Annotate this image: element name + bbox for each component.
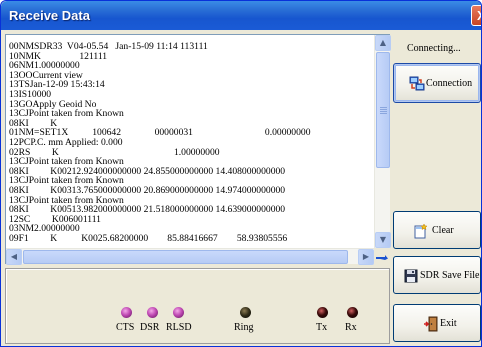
signal-indicators-panel: CTS DSR RLSD Ring Tx Rx <box>5 268 390 344</box>
horizontal-scroll-thumb[interactable] <box>23 250 348 264</box>
title-bar[interactable]: Receive Data X <box>1 1 481 30</box>
log-line: 13TSJan-12-09 15:43:14 <box>9 79 105 91</box>
rx-led-icon <box>347 307 358 318</box>
horizontal-scrollbar[interactable]: ◀ ▶ <box>6 248 374 265</box>
scroll-down-button[interactable]: ▼ <box>375 232 391 248</box>
sdr-save-file-button-label: SDR Save File <box>420 270 480 281</box>
receive-data-window: Receive Data X 00NMSDR33 V04-05.54 Jan-1… <box>0 0 482 347</box>
dsr-led-icon <box>147 307 158 318</box>
tx-label: Tx <box>316 322 328 333</box>
window-title: Receive Data <box>9 8 90 23</box>
dsr-label: DSR <box>140 322 160 333</box>
floppy-disk-icon <box>404 269 418 283</box>
ring-label: Ring <box>234 322 254 333</box>
connection-status: Connecting... <box>407 43 461 54</box>
tx-led-icon <box>317 307 328 318</box>
log-line: 09F1 K K0025.68200000 85.88416667 58.938… <box>9 232 288 244</box>
clear-document-icon <box>414 223 428 239</box>
scroll-corner <box>374 248 390 264</box>
exit-door-icon <box>424 316 438 332</box>
cts-label: CTS <box>116 322 135 333</box>
scroll-up-button[interactable]: ▲ <box>375 35 391 51</box>
received-data-textbox[interactable]: 00NMSDR33 V04-05.54 Jan-15-09 11:14 1131… <box>5 34 391 265</box>
log-line: 13CJPoint taken from Known <box>9 108 124 120</box>
vertical-scrollbar[interactable]: ▲ ▼ <box>374 35 391 248</box>
vertical-scroll-thumb[interactable] <box>376 52 390 168</box>
ring-led-icon <box>240 307 251 318</box>
connection-button[interactable]: Connection <box>393 63 481 103</box>
rlsd-led-icon <box>173 307 184 318</box>
exit-button[interactable]: Exit <box>393 304 481 342</box>
exit-button-label: Exit <box>440 318 457 329</box>
cts-led-icon <box>121 307 132 318</box>
clear-button-label: Clear <box>432 225 454 236</box>
right-control-panel: Connecting... Connection Clear SDR Save … <box>393 34 481 346</box>
rlsd-label: RLSD <box>166 322 192 333</box>
rx-label: Rx <box>345 322 357 333</box>
sdr-save-file-button[interactable]: SDR Save File <box>393 256 481 294</box>
connection-button-label: Connection <box>426 78 473 89</box>
corner-arrow-icon <box>376 255 388 260</box>
clear-button[interactable]: Clear <box>393 211 481 249</box>
connection-computer-icon <box>409 76 425 91</box>
scroll-right-button[interactable]: ▶ <box>358 249 374 265</box>
received-data-text[interactable]: 00NMSDR33 V04-05.54 Jan-15-09 11:14 1131… <box>6 35 374 248</box>
scroll-left-button[interactable]: ◀ <box>6 249 22 265</box>
close-button[interactable]: X <box>471 5 481 26</box>
